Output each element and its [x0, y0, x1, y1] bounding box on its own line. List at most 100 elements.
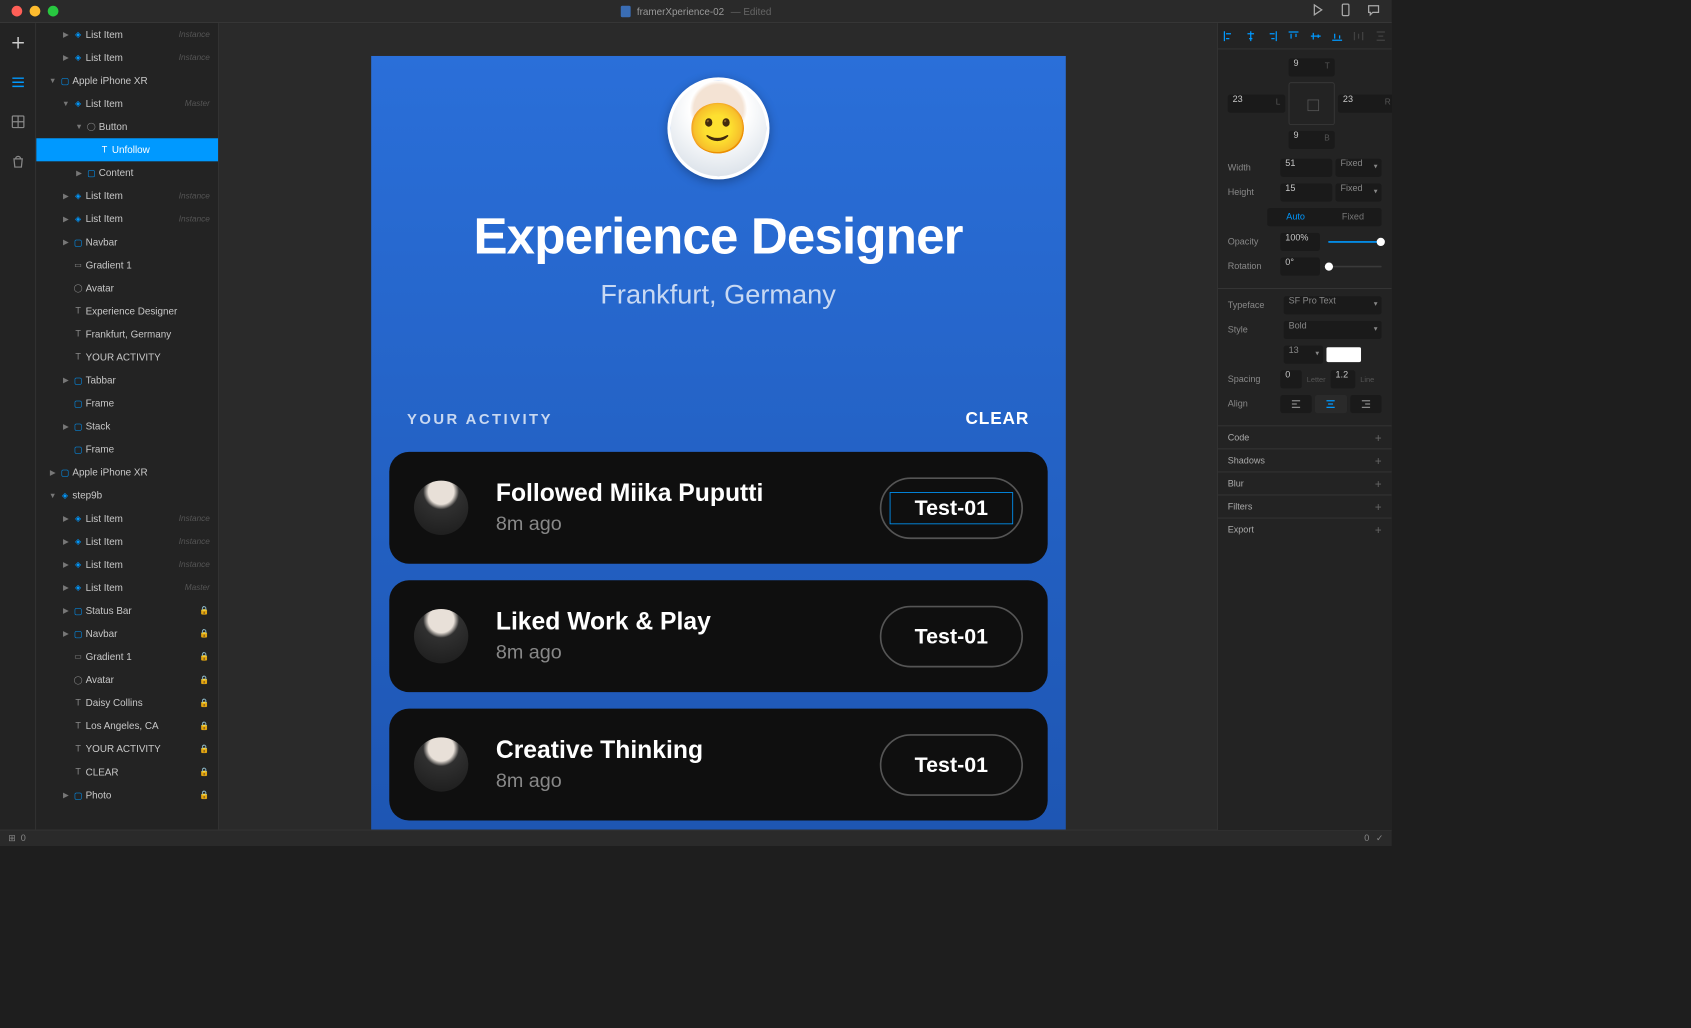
- disclosure-icon[interactable]: ▶: [61, 30, 71, 39]
- grid-icon[interactable]: ⊞: [8, 833, 16, 844]
- layers-tool[interactable]: [9, 74, 25, 90]
- plus-icon[interactable]: +: [1375, 523, 1382, 536]
- code-section-header[interactable]: Code+: [1218, 425, 1392, 448]
- store-tool[interactable]: [9, 153, 25, 169]
- size-auto[interactable]: Auto: [1267, 208, 1324, 226]
- disclosure-icon[interactable]: ▼: [61, 100, 71, 108]
- align-center-h-icon[interactable]: [1240, 23, 1262, 49]
- layer-row[interactable]: ▭Gradient 1🔒: [36, 645, 218, 668]
- maximize-window-button[interactable]: [48, 6, 59, 17]
- lock-icon[interactable]: 🔒: [198, 721, 210, 730]
- layer-row[interactable]: TYOUR ACTIVITY: [36, 346, 218, 369]
- lock-icon[interactable]: 🔒: [198, 629, 210, 638]
- layer-row[interactable]: ◯Avatar🔒: [36, 668, 218, 691]
- size-mode-segment[interactable]: Auto Fixed: [1267, 208, 1382, 226]
- disclosure-icon[interactable]: ▶: [74, 168, 84, 177]
- layer-row[interactable]: ▼◈List ItemMaster: [36, 92, 218, 115]
- opacity-input[interactable]: 100%: [1281, 233, 1321, 251]
- layer-row[interactable]: ▢Frame: [36, 438, 218, 461]
- layer-row[interactable]: ▶▢Navbar🔒: [36, 622, 218, 645]
- layer-row[interactable]: ▶◈List ItemInstance: [36, 207, 218, 230]
- pos-bottom-input[interactable]: 9B: [1289, 131, 1335, 149]
- minimize-window-button[interactable]: [30, 6, 41, 17]
- layer-row[interactable]: ▶◈List ItemInstance: [36, 46, 218, 69]
- layer-row[interactable]: ▶◈List ItemMaster: [36, 576, 218, 599]
- filters-section-header[interactable]: Filters+: [1218, 495, 1392, 518]
- layer-row[interactable]: ▶▢Status Bar🔒: [36, 599, 218, 622]
- line-height-input[interactable]: 1.2: [1331, 370, 1356, 388]
- disclosure-icon[interactable]: ▶: [61, 237, 71, 246]
- lock-icon[interactable]: 🔒: [198, 744, 210, 753]
- lock-icon[interactable]: 🔒: [198, 652, 210, 661]
- disclosure-icon[interactable]: ▶: [61, 537, 71, 546]
- layer-row[interactable]: TDaisy Collins🔒: [36, 691, 218, 714]
- plus-icon[interactable]: +: [1375, 500, 1382, 513]
- typeface-select[interactable]: SF Pro Text: [1284, 296, 1382, 314]
- plus-icon[interactable]: +: [1375, 454, 1382, 467]
- distribute-h-icon[interactable]: [1348, 23, 1370, 49]
- layer-row[interactable]: TYOUR ACTIVITY🔒: [36, 737, 218, 760]
- disclosure-icon[interactable]: ▶: [48, 468, 58, 477]
- rotation-slider[interactable]: [1328, 266, 1381, 268]
- close-window-button[interactable]: [12, 6, 23, 17]
- layer-row[interactable]: TExperience Designer: [36, 300, 218, 323]
- disclosure-icon[interactable]: ▶: [61, 629, 71, 638]
- shadows-section-header[interactable]: Shadows+: [1218, 449, 1392, 472]
- height-mode-select[interactable]: Fixed: [1336, 184, 1382, 202]
- layer-row[interactable]: ▶▢Tabbar: [36, 369, 218, 392]
- opacity-slider[interactable]: [1328, 241, 1381, 243]
- disclosure-icon[interactable]: ▶: [61, 376, 71, 385]
- lock-icon[interactable]: 🔒: [198, 767, 210, 776]
- text-align-center-icon[interactable]: [1315, 395, 1347, 413]
- layer-row[interactable]: TCLEAR🔒: [36, 760, 218, 783]
- layer-row[interactable]: ▶▢Navbar: [36, 230, 218, 253]
- disclosure-icon[interactable]: ▶: [61, 560, 71, 569]
- pos-left-input[interactable]: 23L: [1228, 95, 1286, 113]
- layer-row[interactable]: ▶▢Apple iPhone XR: [36, 461, 218, 484]
- disclosure-icon[interactable]: ▶: [61, 191, 71, 200]
- comment-icon[interactable]: [1367, 3, 1380, 19]
- disclosure-icon[interactable]: ▶: [61, 53, 71, 62]
- align-bottom-icon[interactable]: [1327, 23, 1349, 49]
- align-center-v-icon[interactable]: [1305, 23, 1327, 49]
- layer-row[interactable]: TLos Angeles, CA🔒: [36, 714, 218, 737]
- lock-icon[interactable]: 🔒: [198, 606, 210, 615]
- rotation-input[interactable]: 0°: [1281, 258, 1321, 276]
- plus-icon[interactable]: +: [1375, 431, 1382, 444]
- disclosure-icon[interactable]: ▶: [61, 583, 71, 592]
- plus-icon[interactable]: +: [1375, 477, 1382, 490]
- layer-row[interactable]: ▶◈List ItemInstance: [36, 184, 218, 207]
- layer-row[interactable]: TUnfollow: [36, 138, 218, 161]
- layer-row[interactable]: ▶◈List ItemInstance: [36, 23, 218, 46]
- lock-icon[interactable]: 🔒: [198, 698, 210, 707]
- text-align-left-icon[interactable]: [1281, 395, 1313, 413]
- activity-button[interactable]: Test-01: [880, 477, 1022, 539]
- align-left-icon[interactable]: [1218, 23, 1240, 49]
- add-tool[interactable]: [9, 35, 25, 51]
- layers-panel[interactable]: ▶◈List ItemInstance▶◈List ItemInstance▼▢…: [36, 23, 219, 830]
- align-right-icon[interactable]: [1261, 23, 1283, 49]
- distribute-v-icon[interactable]: [1370, 23, 1392, 49]
- lock-icon[interactable]: 🔒: [198, 790, 210, 799]
- text-color-chip[interactable]: [1327, 347, 1362, 362]
- disclosure-icon[interactable]: ▶: [61, 790, 71, 799]
- export-section-header[interactable]: Export+: [1218, 518, 1392, 541]
- lock-icon[interactable]: 🔒: [198, 675, 210, 684]
- play-icon[interactable]: [1311, 3, 1324, 19]
- style-select[interactable]: Bold: [1284, 321, 1382, 339]
- height-input[interactable]: 15: [1281, 184, 1333, 202]
- layer-row[interactable]: ▼◈step9b: [36, 484, 218, 507]
- components-tool[interactable]: [9, 114, 25, 130]
- disclosure-icon[interactable]: ▼: [74, 123, 84, 131]
- blur-section-header[interactable]: Blur+: [1218, 472, 1392, 495]
- layer-row[interactable]: ▶▢Content: [36, 161, 218, 184]
- width-input[interactable]: 51: [1281, 159, 1333, 177]
- layer-row[interactable]: ◯Avatar: [36, 277, 218, 300]
- disclosure-icon[interactable]: ▶: [61, 422, 71, 431]
- activity-button[interactable]: Test-01: [880, 605, 1022, 667]
- disclosure-icon[interactable]: ▶: [61, 214, 71, 223]
- disclosure-icon[interactable]: ▼: [48, 491, 58, 499]
- width-mode-select[interactable]: Fixed: [1336, 159, 1382, 177]
- clear-button[interactable]: CLEAR: [966, 409, 1030, 429]
- layer-row[interactable]: ▶◈List ItemInstance: [36, 530, 218, 553]
